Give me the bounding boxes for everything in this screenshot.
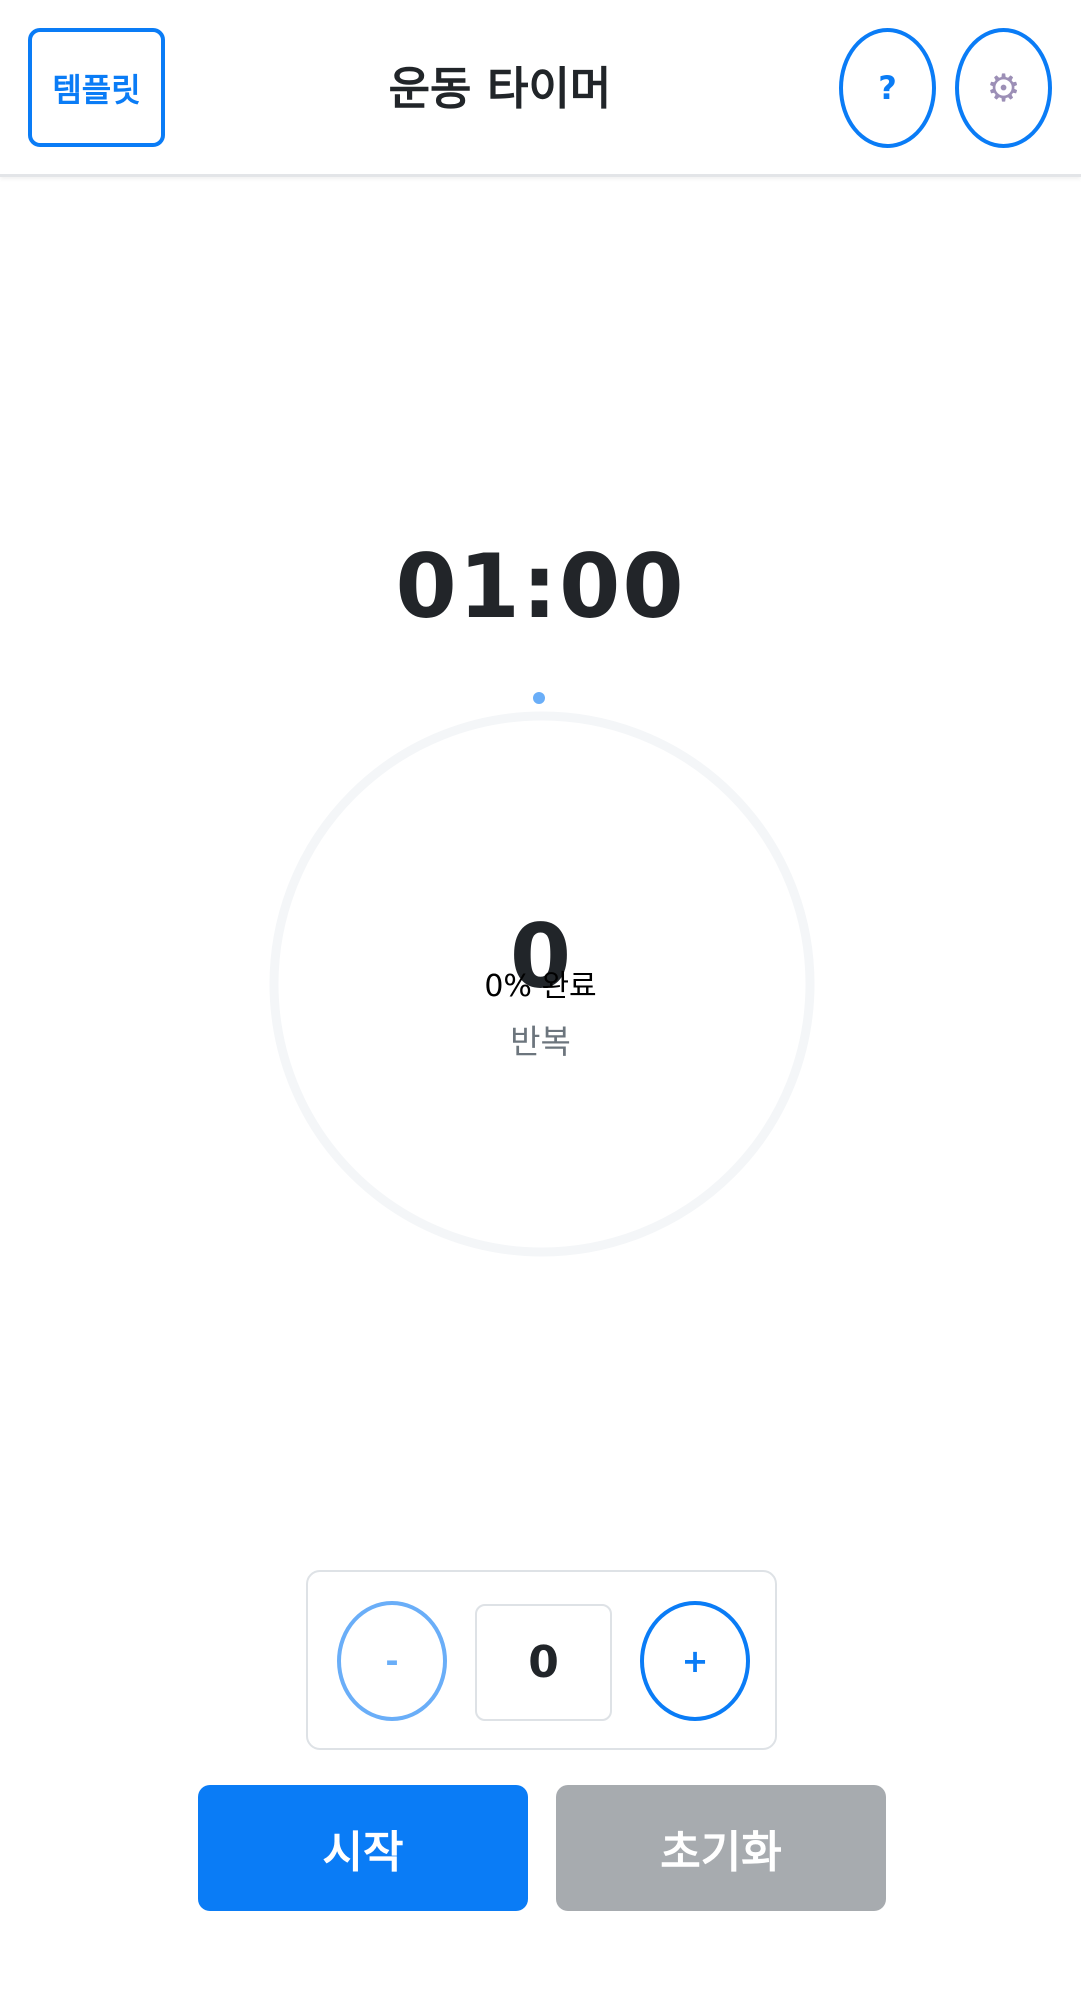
timer-display: 01:00 — [395, 535, 686, 638]
repetition-input[interactable]: 0 — [475, 1604, 612, 1721]
page-title: 운동 타이머 — [388, 62, 612, 115]
progress-ring-indicator — [533, 692, 545, 704]
app-header: 템플릿 운동 타이머 ? ⚙ — [0, 0, 1081, 177]
help-button[interactable]: ? — [839, 28, 936, 148]
decrement-button[interactable]: - — [337, 1601, 447, 1721]
progress-percent: 0% 완료 — [484, 969, 597, 1004]
reset-button[interactable]: 초기화 — [556, 1785, 886, 1911]
repetition-stepper: - 0 + — [306, 1570, 777, 1750]
help-label: ? — [878, 69, 897, 107]
gear-icon: ⚙ — [986, 66, 1021, 110]
settings-button[interactable]: ⚙ — [955, 28, 1052, 148]
template-button[interactable]: 템플릿 — [28, 28, 165, 147]
increment-button[interactable]: + — [640, 1601, 750, 1721]
repetition-label: 반복 — [510, 1022, 571, 1061]
start-button[interactable]: 시작 — [198, 1785, 528, 1911]
